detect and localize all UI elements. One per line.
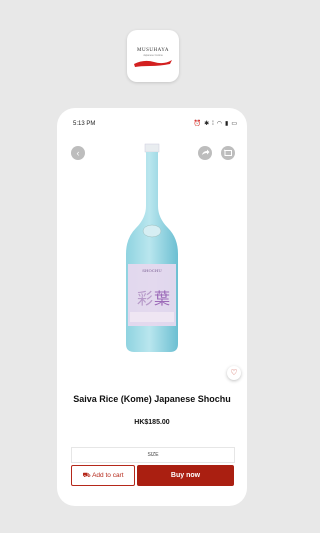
phone-screen: 5:13 PM ⏰ ✱ ⁞ ◠ ▮ ▭ ‹ SHOCHU 彩 葉 ♡ Saiva… [57,108,247,506]
shochu-bottle: SHOCHU 彩 葉 [126,143,178,352]
svg-text:彩: 彩 [137,289,153,308]
product-image: SHOCHU 彩 葉 [112,136,192,366]
add-to-cart-label: Add to cart [92,472,124,479]
status-bar: 5:13 PM ⏰ ✱ ⁞ ◠ ▮ ▭ [73,120,237,130]
product-price: HK$185.00 [134,419,170,426]
signal-icon: ▮ [225,121,229,127]
size-label: SIZE [147,452,159,458]
logo-brush-stroke [134,59,172,67]
share-icon [202,149,210,155]
back-button[interactable]: ‹ [71,146,85,160]
product-title: Saiva Rice (Kome) Japanese Shochu [73,394,231,404]
cart-icon [223,149,232,156]
add-to-cart-button[interactable]: ⛟ Add to cart [71,465,135,486]
share-button[interactable] [198,146,212,160]
alarm-icon: ⏰ [193,121,202,127]
svg-text:葉: 葉 [154,289,170,308]
status-time: 5:13 PM [73,121,96,127]
svg-text:SHOCHU: SHOCHU [142,268,162,273]
logo-text: MUSUHAYA [137,47,169,53]
app-logo: MUSUHAYA Japanese Cuisine [127,30,179,82]
status-icons: ⏰ ✱ ⁞ ◠ ▮ ▭ [194,120,237,128]
wifi-icon: ◠ [216,121,223,127]
buy-now-label: Buy now [170,472,201,479]
battery-icon: ▭ [231,121,237,127]
favorite-button[interactable]: ♡ [227,366,241,380]
size-selector[interactable]: SIZE [71,447,235,463]
cart-button[interactable] [221,146,235,160]
cart-small-icon: ⛟ [82,472,91,479]
bluetooth-icon: ✱ [204,121,210,127]
heart-icon: ♡ [230,368,238,377]
silent-icon: ⁞ [212,121,214,127]
chevron-left-icon: ‹ [76,148,80,158]
buy-now-button[interactable]: Buy now [137,465,234,486]
